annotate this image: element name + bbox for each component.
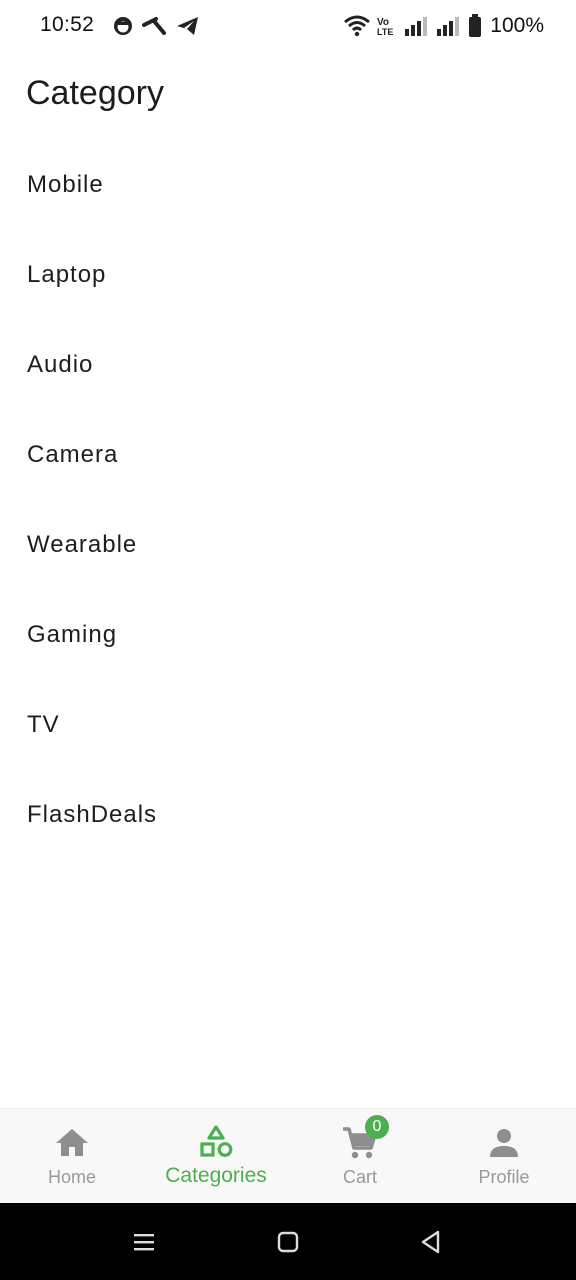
categories-icon xyxy=(196,1123,236,1163)
home-square-icon[interactable] xyxy=(273,1227,303,1257)
signal-icon xyxy=(436,15,462,37)
nav-label-cart: Cart xyxy=(342,1167,377,1187)
back-icon[interactable] xyxy=(416,1227,446,1257)
category-item-laptop[interactable]: Laptop xyxy=(0,230,576,320)
category-item-audio[interactable]: Audio xyxy=(0,320,576,410)
cart-icon: 0 xyxy=(340,1115,389,1163)
nav-item-profile[interactable]: Profile xyxy=(432,1109,576,1204)
category-item-mobile[interactable]: Mobile xyxy=(0,140,576,230)
category-item-flashdeals[interactable]: FlashDeals xyxy=(0,770,576,860)
telegram-icon xyxy=(176,15,200,37)
notification-app-icon xyxy=(112,15,134,37)
nav-label-categories: Categories xyxy=(165,1164,267,1187)
nav-label-home: Home xyxy=(47,1167,96,1187)
status-time: 10:52 xyxy=(40,13,95,36)
signal-icon xyxy=(404,15,430,37)
status-system-icons: Vo LTE 100% xyxy=(344,12,544,40)
wifi-icon xyxy=(344,15,371,37)
battery-percentage: 100% xyxy=(490,14,544,37)
menu-icon[interactable] xyxy=(129,1227,159,1257)
system-navigation-bar xyxy=(0,1203,576,1280)
volte-icon: Vo LTE xyxy=(376,15,398,37)
svg-text:LTE: LTE xyxy=(377,27,393,37)
person-icon xyxy=(484,1123,524,1163)
home-icon xyxy=(52,1123,92,1163)
nav-item-categories[interactable]: Categories xyxy=(144,1109,288,1204)
category-item-tv[interactable]: TV xyxy=(0,680,576,770)
category-item-gaming[interactable]: Gaming xyxy=(0,590,576,680)
nav-label-profile: Profile xyxy=(478,1167,530,1187)
nav-item-home[interactable]: Home xyxy=(0,1109,144,1204)
status-bar: 10:52 Vo LTE 100% xyxy=(0,0,576,52)
nav-item-cart[interactable]: 0 Cart xyxy=(288,1109,432,1204)
bottom-navigation: Home Categories 0 Cart Profile xyxy=(0,1108,576,1204)
category-item-wearable[interactable]: Wearable xyxy=(0,500,576,590)
status-notification-icons xyxy=(112,13,200,39)
page-title: Category xyxy=(26,74,164,112)
telenor-icon xyxy=(142,15,168,37)
battery-icon xyxy=(468,14,482,38)
category-list: Mobile Laptop Audio Camera Wearable Gami… xyxy=(0,140,576,860)
category-item-camera[interactable]: Camera xyxy=(0,410,576,500)
cart-count-badge: 0 xyxy=(365,1115,389,1139)
